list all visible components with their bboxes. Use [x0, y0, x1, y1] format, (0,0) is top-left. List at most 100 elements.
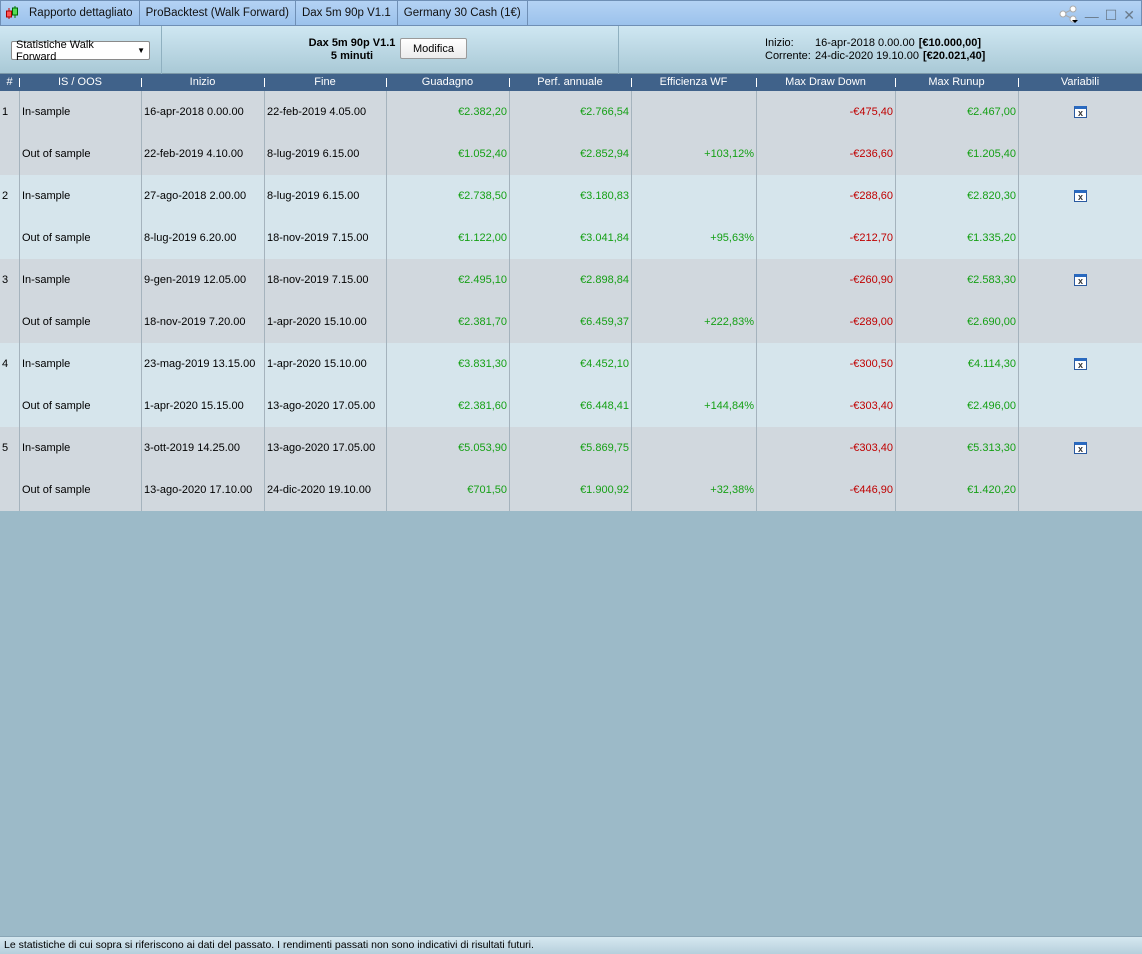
tab-strategy[interactable]: Dax 5m 90p V1.1	[296, 1, 398, 25]
cell-var	[1018, 217, 1142, 259]
table-row[interactable]: Out of sample 22-feb-2019 4.10.00 8-lug-20…	[0, 133, 1142, 175]
table-row[interactable]: 1 In-sample 16-apr-2018 0.00.00 22-feb-2019…	[0, 91, 1142, 133]
cell-start: 8-lug-2019 6.20.00	[141, 217, 264, 259]
cell-end: 22-feb-2019 4.05.00	[264, 91, 386, 133]
cell-end: 8-lug-2019 6.15.00	[264, 175, 386, 217]
current-label: Corrente:	[765, 50, 811, 62]
table-row[interactable]: Out of sample 8-lug-2019 6.20.00 18-nov-20…	[0, 217, 1142, 259]
cell-gain: €1.052,40	[386, 133, 509, 175]
cell-end: 1-apr-2020 15.10.00	[264, 343, 386, 385]
cell-n: 3	[2, 274, 9, 286]
column-header[interactable]: Efficienza WF	[631, 74, 756, 91]
cell-runup: €2.690,00	[895, 301, 1018, 343]
cell-perf: €1.900,92	[509, 469, 631, 511]
cell-runup: €4.114,30	[895, 343, 1018, 385]
cell-perf: €2.852,94	[509, 133, 631, 175]
cell-runup: €1.335,20	[895, 217, 1018, 259]
variables-icon[interactable]: x	[1074, 358, 1087, 371]
cell-perf: €2.898,84	[509, 259, 631, 301]
cell-var	[1018, 133, 1142, 175]
cell-runup: €5.313,30	[895, 427, 1018, 469]
cell-end: 24-dic-2020 19.10.00	[264, 469, 386, 511]
cell-n	[0, 217, 19, 259]
tab-instrument[interactable]: Germany 30 Cash (1€)	[398, 1, 528, 25]
cell-perf: €5.869,75	[509, 427, 631, 469]
cell-n	[0, 133, 19, 175]
cell-gain: €701,50	[386, 469, 509, 511]
table-row[interactable]: Out of sample 1-apr-2020 15.15.00 13-ago-2…	[0, 385, 1142, 427]
view-select[interactable]: Statistiche Walk Forward ▼	[11, 38, 150, 63]
modifica-button[interactable]: Modifica	[400, 38, 467, 59]
column-header[interactable]: Fine	[264, 74, 386, 91]
cell-mdd: -€289,00	[756, 301, 895, 343]
cell-mdd: -€260,90	[756, 259, 895, 301]
column-header[interactable]: Max Runup	[895, 74, 1018, 91]
cell-perf: €4.452,10	[509, 343, 631, 385]
cell-gain: €2.738,50	[386, 175, 509, 217]
cell-mdd: -€475,40	[756, 91, 895, 133]
tab-rapporto-dettagliato[interactable]: Rapporto dettagliato	[23, 1, 140, 25]
cell-n	[0, 385, 19, 427]
variables-icon[interactable]: x	[1074, 190, 1087, 203]
variables-icon[interactable]: x	[1074, 274, 1087, 287]
maximize-icon[interactable]: ☐	[1105, 7, 1118, 24]
cell-perf: €2.766,54	[509, 91, 631, 133]
cell-mdd: -€236,60	[756, 133, 895, 175]
table-row[interactable]: 3 In-sample 9-gen-2019 12.05.00 18-nov-2019…	[0, 259, 1142, 301]
start-label: Inizio:	[765, 37, 794, 49]
column-header[interactable]: Guadagno	[386, 74, 509, 91]
cell-gain: €1.122,00	[386, 217, 509, 259]
table-row[interactable]: 2 In-sample 27-ago-2018 2.00.00 8-lug-2019 …	[0, 175, 1142, 217]
cell-gain: €2.495,10	[386, 259, 509, 301]
column-header[interactable]: Perf. annuale	[509, 74, 631, 91]
chevron-down-icon: ▼	[137, 46, 145, 55]
table-row[interactable]: 5 In-sample 3-ott-2019 14.25.00 13-ago-2020…	[0, 427, 1142, 469]
column-header[interactable]: Inizio	[141, 74, 264, 91]
window-titlebar: Rapporto dettagliato ProBacktest (Walk F…	[0, 0, 1142, 26]
cell-gain: €2.381,70	[386, 301, 509, 343]
cell-var: x	[1018, 259, 1142, 301]
cell-perf: €6.448,41	[509, 385, 631, 427]
cell-eff: +222,83%	[631, 301, 756, 343]
capital-summary: Inizio: 16-apr-2018 0.00.00 [€10.000,00] C…	[765, 37, 985, 63]
variables-icon[interactable]: x	[1074, 106, 1087, 119]
tab-probacktest[interactable]: ProBacktest (Walk Forward)	[140, 1, 296, 25]
cell-var: x	[1018, 175, 1142, 217]
cell-start: 3-ott-2019 14.25.00	[141, 427, 264, 469]
cell-eff	[631, 175, 756, 217]
cell-runup: €2.583,30	[895, 259, 1018, 301]
toolbar: Statistiche Walk Forward ▼ Dax 5m 90p V1…	[0, 26, 1142, 74]
cell-eff: +32,38%	[631, 469, 756, 511]
variables-icon[interactable]: x	[1074, 442, 1087, 455]
table-row[interactable]: 4 In-sample 23-mag-2019 13.15.00 1-apr-2020…	[0, 343, 1142, 385]
current-date: 24-dic-2020 19.10.00	[815, 50, 919, 62]
minimize-icon[interactable]: —	[1085, 8, 1099, 24]
cell-perf: €3.041,84	[509, 217, 631, 259]
column-header[interactable]: Variabili	[1018, 74, 1142, 91]
column-header[interactable]: Max Draw Down	[756, 74, 895, 91]
cell-mdd: -€300,50	[756, 343, 895, 385]
cell-type: In-sample	[19, 343, 141, 385]
walk-forward-table: 1 In-sample 16-apr-2018 0.00.00 22-feb-2019…	[0, 91, 1142, 511]
cell-eff	[631, 91, 756, 133]
cell-runup: €1.205,40	[895, 133, 1018, 175]
cell-gain: €3.831,30	[386, 343, 509, 385]
table-row[interactable]: Out of sample 18-nov-2019 7.20.00 1-apr-20…	[0, 301, 1142, 343]
cell-gain: €2.382,20	[386, 91, 509, 133]
table-row[interactable]: Out of sample 13-ago-2020 17.10.00 24-dic-…	[0, 469, 1142, 511]
cell-start: 9-gen-2019 12.05.00	[141, 259, 264, 301]
share-icon[interactable]	[1059, 5, 1079, 26]
close-icon[interactable]: ✕	[1123, 7, 1135, 24]
cell-mdd: -€303,40	[756, 385, 895, 427]
column-header[interactable]: IS / OOS	[19, 74, 141, 91]
cell-type: Out of sample	[19, 469, 141, 511]
cell-start: 1-apr-2020 15.15.00	[141, 385, 264, 427]
column-header[interactable]: #	[0, 74, 19, 91]
cell-start: 23-mag-2019 13.15.00	[141, 343, 264, 385]
cell-runup: €2.467,00	[895, 91, 1018, 133]
cell-type: Out of sample	[19, 217, 141, 259]
strategy-name: Dax 5m 90p V1.1	[308, 37, 396, 49]
view-select-value: Statistiche Walk Forward	[16, 38, 94, 63]
cell-eff: +103,12%	[631, 133, 756, 175]
cell-type: Out of sample	[19, 133, 141, 175]
